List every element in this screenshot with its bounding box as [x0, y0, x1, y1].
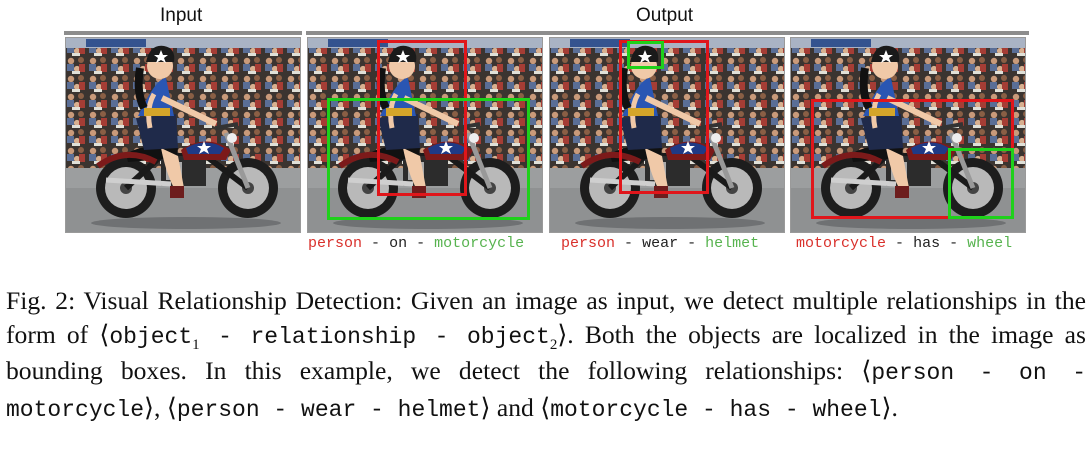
relation-label-2: person - wear - helmet — [561, 235, 759, 252]
figure-caption: Fig. 2: Visual Relationship Detection: G… — [6, 284, 1086, 427]
relation-predicate: on — [389, 235, 408, 252]
input-header: Input — [160, 5, 203, 26]
caption-code: object — [109, 324, 193, 351]
relation-label-1: person - on - motorcycle — [308, 235, 524, 252]
relation-subject: person — [561, 235, 616, 252]
relation-separator: - — [371, 235, 381, 252]
relation-subject: motorcycle — [796, 235, 887, 252]
relation-predicate: wear — [642, 235, 679, 252]
output-rule — [306, 31, 1029, 35]
caption-text: ⟩, ⟨ — [144, 392, 177, 422]
relation-separator: - — [624, 235, 634, 252]
caption-text: ⟩. — [881, 392, 898, 422]
input-image — [65, 37, 301, 233]
output-image-3 — [790, 37, 1026, 233]
motorcycle-bbox — [327, 98, 530, 220]
relation-separator: - — [895, 235, 905, 252]
relation-predicate: has — [913, 235, 941, 252]
input-rule — [64, 31, 302, 35]
wheel-bbox — [948, 148, 1014, 219]
motorcycle-photo — [66, 38, 300, 232]
relation-object: wheel — [967, 235, 1013, 252]
output-image-1 — [307, 37, 543, 233]
relation-object: helmet — [705, 235, 760, 252]
caption-code: person - wear - helmet — [176, 396, 481, 423]
output-header: Output — [636, 5, 694, 26]
figure-label: Fig. 2: — [6, 286, 76, 315]
relation-subject: person — [308, 235, 363, 252]
caption-text: ⟩ and ⟨ — [480, 392, 551, 422]
caption-code: - relationship - — [199, 324, 467, 351]
output-image-2 — [549, 37, 785, 233]
relation-object: motorcycle — [434, 235, 525, 252]
caption-code: motorcycle - has - wheel — [550, 396, 882, 423]
caption-subscript: 1 — [192, 337, 200, 354]
relation-separator: - — [949, 235, 959, 252]
relation-separator: - — [416, 235, 426, 252]
relation-separator: - — [687, 235, 697, 252]
caption-code: object — [466, 324, 550, 351]
relation-label-3: motorcycle - has - wheel — [796, 235, 1012, 252]
helmet-bbox — [627, 41, 664, 69]
